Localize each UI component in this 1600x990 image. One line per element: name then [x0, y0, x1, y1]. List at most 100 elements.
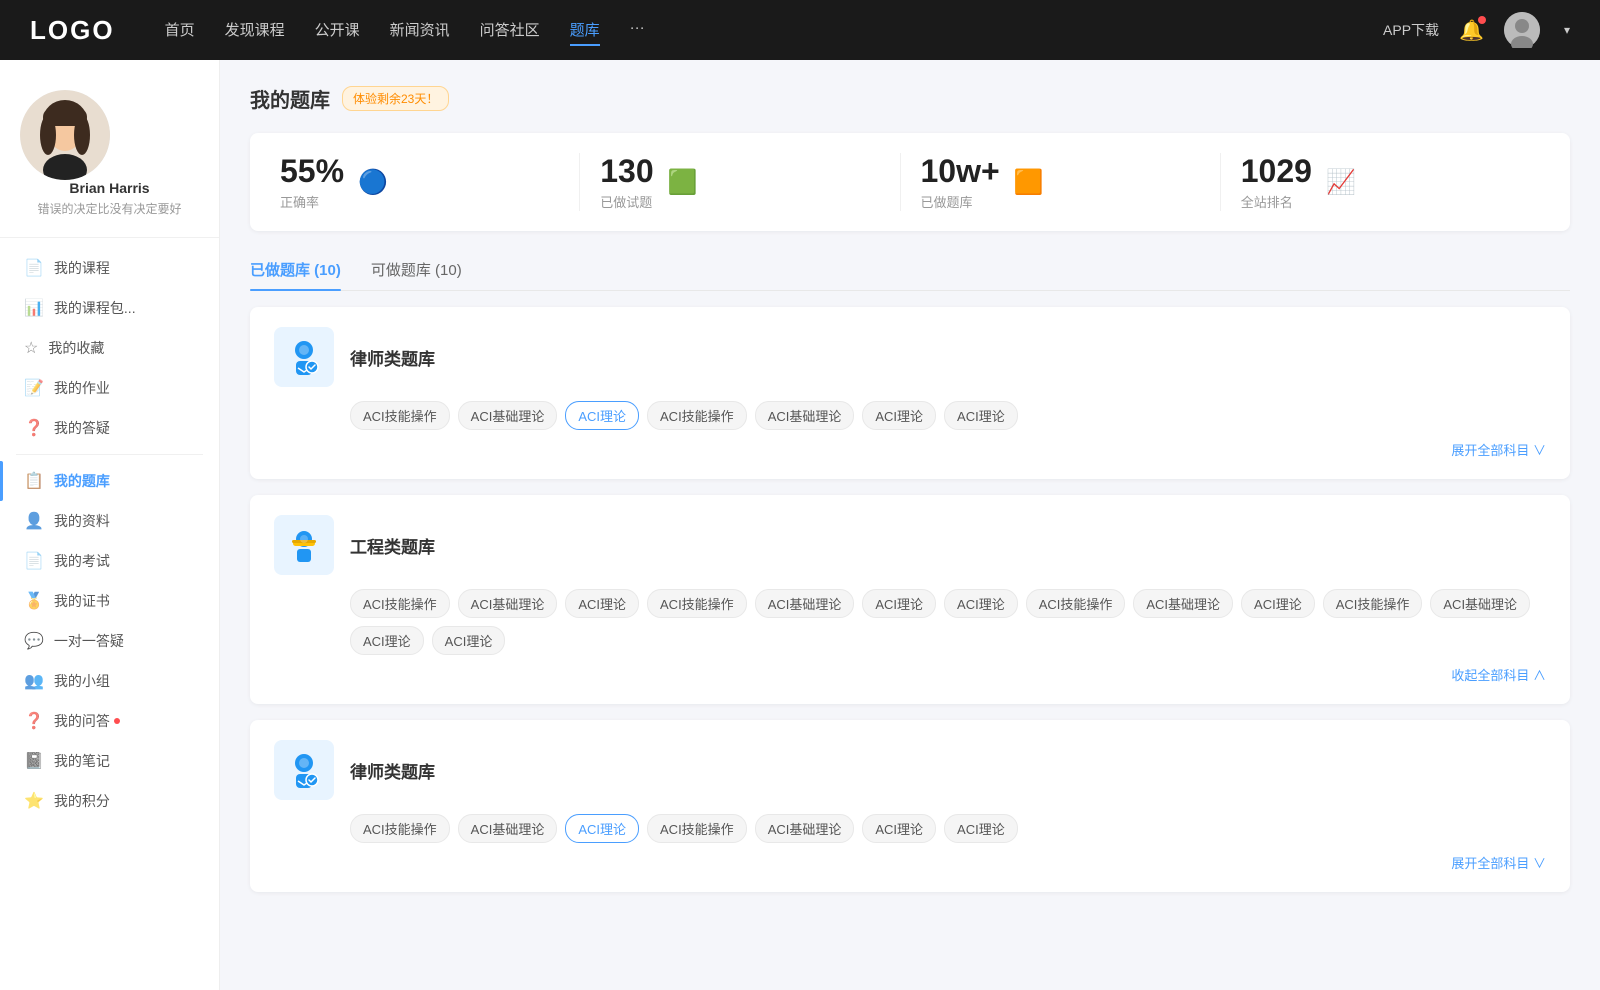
sidebar-icon-我的考试: 📄	[24, 551, 44, 571]
bank-tag-2-9[interactable]: ACI理论	[1241, 589, 1315, 618]
bank-tag-2-10[interactable]: ACI技能操作	[1323, 589, 1423, 618]
notification-bell[interactable]: 🔔	[1459, 18, 1484, 43]
bank-tag-2-2[interactable]: ACI理论	[565, 589, 639, 618]
bank-tag-1-3[interactable]: ACI技能操作	[647, 401, 747, 430]
sidebar-icon-我的题库: 📋	[24, 471, 44, 491]
user-avatar[interactable]	[1504, 12, 1540, 48]
bank-title-1: 律师类题库	[350, 345, 435, 370]
bank-tag-2-12[interactable]: ACI理论	[350, 626, 424, 655]
bank-tag-2-3[interactable]: ACI技能操作	[647, 589, 747, 618]
bank-tag-2-4[interactable]: ACI基础理论	[755, 589, 855, 618]
bank-tag-3-1[interactable]: ACI基础理论	[458, 814, 558, 843]
sidebar-divider-5	[16, 454, 203, 455]
sidebar-label-我的小组: 我的小组	[54, 671, 110, 691]
sidebar-item-我的积分[interactable]: ⭐我的积分	[0, 781, 219, 821]
bank-tag-2-0[interactable]: ACI技能操作	[350, 589, 450, 618]
sidebar-label-我的课程包...: 我的课程包...	[54, 298, 136, 318]
sidebar-item-我的作业[interactable]: 📝我的作业	[0, 368, 219, 408]
sidebar-item-我的考试[interactable]: 📄我的考试	[0, 541, 219, 581]
sidebar-item-我的资料[interactable]: 👤 我的资料	[0, 501, 219, 541]
sidebar-label-我的资料: 我的资料	[54, 511, 110, 531]
sidebar-item-我的笔记[interactable]: 📓我的笔记	[0, 741, 219, 781]
stat-item-3: 1029全站排名📈	[1221, 153, 1540, 211]
bank-tag-3-3[interactable]: ACI技能操作	[647, 814, 747, 843]
sidebar-icon-我的资料: 👤	[24, 511, 44, 531]
bank-card-header-1: 律师类题库	[274, 327, 1546, 387]
bank-tag-1-2[interactable]: ACI理论	[565, 401, 639, 430]
bank-tag-1-5[interactable]: ACI理论	[862, 401, 936, 430]
sidebar-item-我的小组[interactable]: 👥我的小组	[0, 661, 219, 701]
stat-text-1: 130已做试题	[600, 153, 653, 211]
bank-tag-2-7[interactable]: ACI技能操作	[1026, 589, 1126, 618]
bank-card-header-3: 律师类题库	[274, 740, 1546, 800]
sidebar-icon-我的课程: 📄	[24, 258, 44, 278]
sidebar-item-我的证书[interactable]: 🏅 我的证书	[0, 581, 219, 621]
tab-item-0[interactable]: 已做题库 (10)	[250, 251, 341, 290]
sidebar-label-我的证书: 我的证书	[54, 591, 110, 611]
sidebar-item-我的题库[interactable]: 📋我的题库	[0, 461, 219, 501]
tab-item-1[interactable]: 可做题库 (10)	[371, 251, 462, 290]
sidebar-item-我的问答[interactable]: ❓我的问答	[0, 701, 219, 741]
sidebar-label-一对一答疑: 一对一答疑	[54, 631, 124, 651]
page-title: 我的题库	[250, 84, 330, 113]
sidebar-label-我的收藏: 我的收藏	[48, 338, 104, 358]
bank-tag-2-13[interactable]: ACI理论	[432, 626, 506, 655]
stat-label-0: 正确率	[280, 192, 344, 211]
navbar: LOGO 首页发现课程公开课新闻资讯问答社区题库··· APP下载 🔔 ▾	[0, 0, 1600, 60]
nav-link-首页[interactable]: 首页	[165, 15, 195, 46]
menu-dot-我的问答	[114, 718, 120, 724]
nav-link-公开课[interactable]: 公开课	[315, 15, 360, 46]
bank-footer-2[interactable]: 收起全部科目 ∧	[274, 665, 1546, 684]
bank-tag-3-5[interactable]: ACI理论	[862, 814, 936, 843]
tabs-row: 已做题库 (10) 可做题库 (10)	[250, 251, 1570, 291]
bank-tag-1-0[interactable]: ACI技能操作	[350, 401, 450, 430]
bank-tag-3-6[interactable]: ACI理论	[944, 814, 1018, 843]
bank-tags-1: ACI技能操作ACI基础理论ACI理论ACI技能操作ACI基础理论ACI理论AC…	[274, 401, 1546, 430]
bank-tags-3: ACI技能操作ACI基础理论ACI理论ACI技能操作ACI基础理论ACI理论AC…	[274, 814, 1546, 843]
nav-link-···[interactable]: ···	[630, 15, 645, 46]
sidebar-icon-我的证书: 🏅	[24, 591, 44, 611]
sidebar-item-一对一答疑[interactable]: 💬 一对一答疑	[0, 621, 219, 661]
stat-value-2: 10w+	[921, 153, 1000, 190]
sidebar-item-我的课程包...[interactable]: 📊我的课程包...	[0, 288, 219, 328]
sidebar-icon-一对一答疑: 💬	[24, 631, 44, 651]
nav-link-问答社区[interactable]: 问答社区	[480, 15, 540, 46]
stat-text-2: 10w+已做题库	[921, 153, 1000, 211]
sidebar-item-我的课程[interactable]: 📄我的课程	[0, 248, 219, 288]
bank-tag-2-6[interactable]: ACI理论	[944, 589, 1018, 618]
bank-footer-3[interactable]: 展开全部科目 ∨	[274, 853, 1546, 872]
sidebar-username: Brian Harris	[20, 180, 199, 196]
bank-tag-3-2[interactable]: ACI理论	[565, 814, 639, 843]
sidebar-item-我的收藏[interactable]: ☆我的收藏	[0, 328, 219, 368]
bank-tag-2-5[interactable]: ACI理论	[862, 589, 936, 618]
nav-link-题库[interactable]: 题库	[570, 15, 600, 46]
sidebar: Brian Harris 错误的决定比没有决定要好 📄我的课程📊我的课程包...…	[0, 60, 220, 990]
sidebar-icon-我的答疑: ❓	[24, 418, 44, 438]
bank-tag-1-1[interactable]: ACI基础理论	[458, 401, 558, 430]
stat-icon-3: 📈	[1326, 168, 1356, 197]
user-dropdown-arrow[interactable]: ▾	[1564, 23, 1570, 37]
bank-tags-2: ACI技能操作ACI基础理论ACI理论ACI技能操作ACI基础理论ACI理论AC…	[274, 589, 1546, 655]
bank-tag-3-0[interactable]: ACI技能操作	[350, 814, 450, 843]
page-wrapper: Brian Harris 错误的决定比没有决定要好 📄我的课程📊我的课程包...…	[0, 60, 1600, 990]
bank-tag-2-8[interactable]: ACI基础理论	[1133, 589, 1233, 618]
stat-item-0: 55%正确率🔵	[280, 153, 580, 211]
stat-icon-2: 🟧	[1014, 168, 1044, 197]
nav-link-新闻资讯[interactable]: 新闻资讯	[390, 15, 450, 46]
app-download-link[interactable]: APP下载	[1383, 20, 1439, 40]
stat-value-0: 55%	[280, 153, 344, 190]
bank-tag-1-6[interactable]: ACI理论	[944, 401, 1018, 430]
stat-text-0: 55% 正确率	[280, 153, 344, 211]
bank-tag-1-4[interactable]: ACI基础理论	[755, 401, 855, 430]
sidebar-item-我的答疑[interactable]: ❓我的答疑	[0, 408, 219, 448]
bank-tag-2-11[interactable]: ACI基础理论	[1430, 589, 1530, 618]
bank-tag-2-1[interactable]: ACI基础理论	[458, 589, 558, 618]
bank-tag-3-4[interactable]: ACI基础理论	[755, 814, 855, 843]
stat-label-3: 全站排名	[1241, 192, 1312, 211]
sidebar-motto: 错误的决定比没有决定要好	[20, 200, 199, 217]
bank-footer-1[interactable]: 展开全部科目 ∨	[274, 440, 1546, 459]
nav-link-发现课程[interactable]: 发现课程	[225, 15, 285, 46]
bank-icon-2	[274, 515, 334, 575]
bank-title-3: 律师类题库	[350, 758, 435, 783]
stat-item-1: 130已做试题🟩	[580, 153, 900, 211]
